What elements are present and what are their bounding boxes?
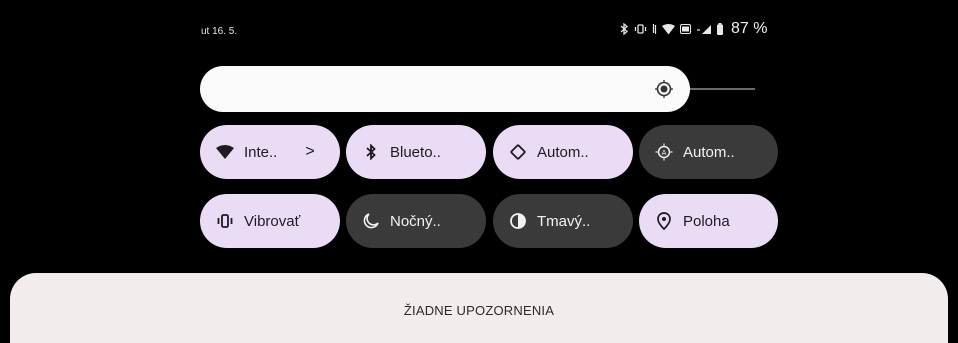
status-bar: ut 16. 5. 87 % <box>0 0 958 60</box>
tile-vibrate[interactable]: Vibrovať <box>200 194 340 248</box>
tile-label: Inte.. <box>244 143 278 161</box>
battery-percent: 87 % <box>731 20 768 37</box>
signal-icon <box>696 24 712 35</box>
notification-panel: ŽIADNE UPOZORNENIA <box>10 273 948 343</box>
vibrate-icon <box>216 212 234 230</box>
brightness-icon <box>654 79 674 99</box>
auto-brightness-icon: A <box>655 143 673 161</box>
bluetooth-icon <box>362 143 380 161</box>
tile-label: Vibrovať <box>244 212 301 230</box>
bluetooth-icon <box>620 23 629 35</box>
svg-text:A: A <box>662 149 667 157</box>
vibrate-icon <box>634 24 647 34</box>
tile-label: Blueto.. <box>390 143 441 161</box>
tile-label: Nočný.. <box>390 212 441 230</box>
status-icons: 87 % <box>620 20 767 38</box>
data-icon <box>652 23 657 35</box>
night-mode-icon <box>362 212 380 230</box>
volte-icon <box>680 24 691 34</box>
date-text: ut 16. 5. <box>201 26 238 37</box>
tile-dark-theme[interactable]: Tmavý.. <box>493 194 633 248</box>
tile-label: Tmavý.. <box>537 212 591 230</box>
auto-rotate-icon <box>509 143 527 161</box>
tile-auto-rotate[interactable]: Autom.. <box>493 125 633 179</box>
tile-internet[interactable]: Inte.. > <box>200 125 340 179</box>
battery-icon <box>717 23 723 35</box>
tile-label: Autom.. <box>537 143 589 161</box>
brightness-slider[interactable] <box>200 66 690 112</box>
tile-night-mode[interactable]: Nočný.. <box>346 194 486 248</box>
wifi-icon <box>216 143 234 161</box>
location-icon <box>655 212 673 230</box>
no-notifications-text: ŽIADNE UPOZORNENIA <box>403 303 555 318</box>
tile-bluetooth[interactable]: Blueto.. <box>346 125 486 179</box>
tile-auto-brightness[interactable]: A Autom.. <box>639 125 778 179</box>
chevron-right-icon[interactable]: > <box>305 143 314 161</box>
tile-label: Autom.. <box>683 143 735 161</box>
tile-location[interactable]: Poloha <box>639 194 778 248</box>
dark-theme-icon <box>509 212 527 230</box>
brightness-track[interactable] <box>690 88 755 90</box>
wifi-icon <box>662 23 675 35</box>
tile-label: Poloha <box>683 212 730 230</box>
